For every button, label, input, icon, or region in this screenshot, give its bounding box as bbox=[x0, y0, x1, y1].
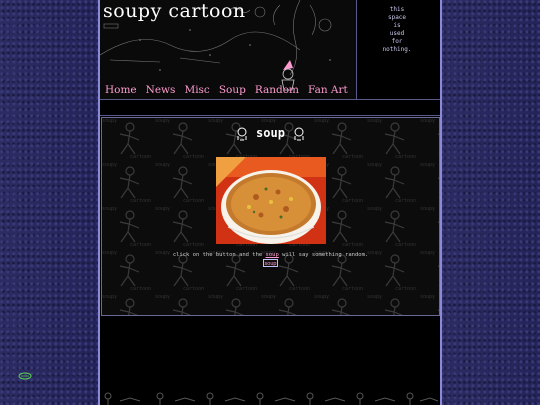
panel-divider bbox=[100, 115, 440, 116]
right-side-panel bbox=[441, 0, 540, 405]
main-nav: Home News Misc Soup Random Fan Art bbox=[105, 84, 348, 96]
site-title: soupy cartoon bbox=[103, 0, 246, 22]
left-side-panel bbox=[0, 0, 100, 405]
bowl-figure-icon bbox=[237, 127, 247, 140]
footer-figures-strip bbox=[104, 392, 439, 405]
nav-home[interactable]: Home bbox=[105, 84, 137, 96]
caption-text: click on the button and the soup will sa… bbox=[172, 252, 369, 258]
bowl-figure-icon bbox=[294, 127, 304, 140]
nav-soup[interactable]: Soup bbox=[219, 84, 246, 96]
header-divider bbox=[100, 99, 440, 100]
nav-fan-art[interactable]: Fan Art bbox=[308, 84, 348, 96]
panel-heading: soup bbox=[102, 126, 439, 141]
nav-random[interactable]: Random bbox=[255, 84, 299, 96]
caption-soup-link[interactable]: soup bbox=[266, 252, 279, 258]
credit-badge-icon[interactable] bbox=[18, 372, 32, 380]
right-rail bbox=[440, 0, 442, 405]
soup-bowl-photo bbox=[216, 157, 326, 244]
soup-button[interactable]: soup bbox=[263, 259, 278, 267]
nav-news[interactable]: News bbox=[146, 84, 176, 96]
panel-title: soup bbox=[256, 126, 285, 140]
nav-misc[interactable]: Misc bbox=[184, 84, 209, 96]
site-header: soupy cartoon Home News Misc Soup Random… bbox=[100, 0, 357, 100]
unused-space-note: this space is used for nothing. bbox=[382, 6, 412, 53]
soup-panel: soupy cartoon soup bbox=[101, 117, 440, 316]
